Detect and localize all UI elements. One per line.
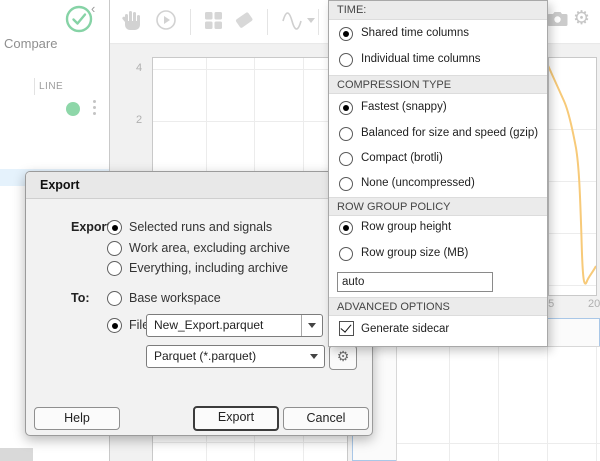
radio-work-area[interactable] [107, 241, 122, 256]
generate-sidecar-checkbox[interactable] [339, 321, 354, 336]
radio-row-group-size[interactable] [339, 247, 353, 261]
radio-label: Fastest (snappy) [361, 101, 447, 113]
radio-none[interactable] [339, 177, 353, 191]
x-tick-label: 20 [588, 298, 600, 310]
section-header-compression: COMPRESSION TYPE [329, 75, 547, 94]
dialog-title: Export [40, 178, 80, 192]
dropdown-button[interactable] [301, 315, 322, 336]
gear-icon[interactable]: ⚙ [573, 9, 590, 28]
gridline [153, 121, 347, 122]
chevron-down-icon [308, 323, 316, 328]
radio-balanced[interactable] [339, 127, 353, 141]
y-tick-label: 4 [136, 62, 143, 74]
table-row[interactable] [0, 144, 109, 169]
row-options-icon[interactable] [93, 100, 96, 103]
table-row[interactable] [0, 121, 109, 145]
radio-file[interactable] [107, 318, 122, 333]
radio-label: Work area, excluding archive [129, 241, 290, 255]
radio-everything[interactable] [107, 261, 122, 276]
compare-label: Compare [4, 36, 58, 51]
radio-label: Row group height [361, 221, 452, 233]
plot-area[interactable] [548, 57, 597, 296]
checkbox-label: Generate sidecar [361, 323, 450, 335]
radio-base-workspace[interactable] [107, 291, 122, 306]
radio-row-group-height[interactable] [339, 221, 353, 235]
camera-icon[interactable] [547, 10, 568, 28]
replay-icon[interactable] [155, 9, 177, 31]
radio-individual-time[interactable] [339, 53, 353, 67]
collapse-sidebar-icon[interactable]: ‹ [91, 1, 95, 16]
radio-selected-runs[interactable] [107, 220, 122, 235]
gear-icon: ⚙ [336, 349, 350, 365]
radio-label: Row group size (MB) [361, 247, 469, 259]
export-dialog: Export Export: Selected runs and signals… [25, 171, 373, 436]
radio-fastest[interactable] [339, 101, 353, 115]
toolbar-separator [190, 9, 191, 35]
radio-compact[interactable] [339, 152, 353, 166]
sidebar-footer-block [0, 448, 33, 461]
section-header-time: TIME: [329, 1, 547, 20]
format-combobox[interactable]: Parquet (*.parquet) [146, 345, 325, 368]
toolbar-separator [318, 9, 319, 35]
layout-grid-icon[interactable] [204, 11, 223, 30]
eraser-icon[interactable] [234, 11, 255, 30]
to-section-label: To: [71, 291, 90, 305]
compare-tab[interactable]: Compare ‹ [0, 0, 109, 53]
check-icon [340, 321, 352, 333]
gridline [153, 442, 347, 443]
export-button[interactable]: Export [193, 406, 279, 431]
radio-label: None (uncompressed) [361, 177, 475, 189]
radio-label: Compact (brotli) [361, 152, 443, 164]
signal-color-swatch[interactable] [66, 102, 80, 116]
gridline [153, 69, 347, 70]
pan-hand-icon[interactable] [121, 8, 143, 32]
radio-label: Selected runs and signals [129, 220, 273, 234]
format-settings-button[interactable]: ⚙ [329, 345, 357, 370]
signal-wave-icon[interactable] [281, 11, 303, 31]
radio-label: Individual time columns [361, 53, 481, 65]
column-divider [34, 78, 35, 95]
compare-check-icon [65, 5, 93, 33]
row-group-size-input[interactable] [337, 272, 493, 292]
app-window: 4 2 15 20 ⚙ Compare ‹ LINE Export Export… [0, 0, 600, 461]
toolbar-separator [267, 9, 268, 35]
format-value: Parquet (*.parquet) [154, 349, 257, 363]
radio-label: Everything, including archive [129, 261, 289, 275]
help-button[interactable]: Help [34, 407, 120, 430]
plot-area[interactable] [396, 346, 600, 461]
signal-row[interactable] [0, 97, 109, 122]
dialog-titlebar[interactable]: Export [26, 172, 372, 199]
signal-curve [549, 65, 596, 285]
file-name-value[interactable]: New_Export.parquet [154, 318, 263, 332]
chevron-down-icon [310, 354, 318, 359]
signal-table-header: LINE [0, 76, 109, 98]
sidebar-filter-row [0, 52, 109, 77]
chevron-down-icon[interactable] [307, 18, 315, 23]
section-header-row-group: ROW GROUP POLICY [329, 197, 547, 216]
y-tick-label: 2 [136, 114, 143, 126]
gridline [397, 443, 600, 444]
cancel-button[interactable]: Cancel [283, 407, 369, 430]
file-name-combobox[interactable]: New_Export.parquet [146, 314, 323, 337]
export-settings-panel: TIME: Shared time columns Individual tim… [328, 0, 548, 347]
line-column-header: LINE [39, 81, 64, 92]
section-header-advanced: ADVANCED OPTIONS [329, 297, 547, 316]
radio-label: Base workspace [129, 291, 221, 305]
radio-shared-time[interactable] [339, 27, 353, 41]
radio-label: Balanced for size and speed (gzip) [361, 127, 539, 139]
radio-label: Shared time columns [361, 27, 470, 39]
